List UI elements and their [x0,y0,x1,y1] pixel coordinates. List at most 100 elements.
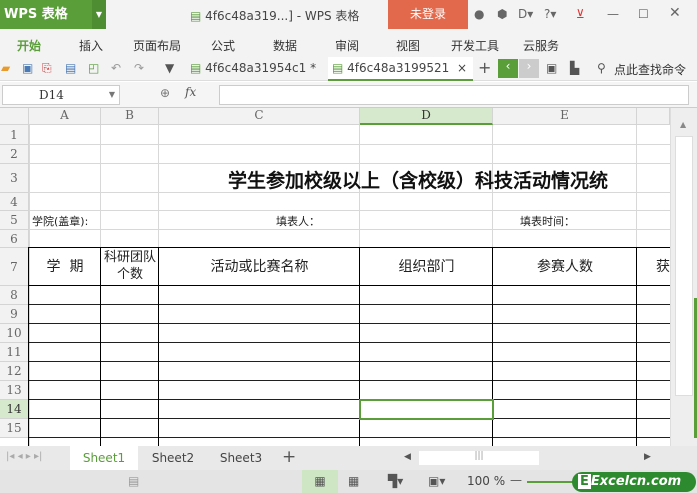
tab-formulas[interactable]: 公式 [211,37,235,54]
redo-icon[interactable]: ↷ [134,61,144,75]
settings-icon[interactable]: ⬢ [497,7,507,21]
screen-icon[interactable]: ▣ [546,61,557,75]
scroll-up-icon[interactable]: ▲ [680,120,686,129]
more-dropdown-icon[interactable]: ▼ [165,61,174,75]
freeze-panes-icon[interactable]: ▜▾ [388,474,403,488]
scroll-left-icon[interactable]: ◀ [404,452,411,462]
row-header-10[interactable]: 10 [0,324,29,343]
spreadsheet-grid[interactable]: A B C D E 1 2 3 4 5 6 7 8 9 10 11 12 13 14 15 学生参加校级以上… [0,108,670,446]
horizontal-scroll-thumb[interactable]: ||| [419,451,539,465]
help-icon[interactable]: ?▾ [544,7,556,21]
close-icon[interactable]: ✕ [669,5,681,21]
row-header-8[interactable]: 8 [0,286,29,305]
zoom-slider[interactable] [527,481,577,483]
row-header-5[interactable]: 5 [0,211,29,230]
tab-view[interactable]: 视图 [396,37,420,54]
tab-data[interactable]: 数据 [273,37,297,54]
tab-page-layout[interactable]: 页面布局 [133,37,181,54]
sheet-list-icon[interactable]: ▤ [128,474,139,488]
sheet-tab-2[interactable]: Sheet2 [142,446,204,470]
selected-cell-d14[interactable] [359,399,494,420]
app-logo: WPS 表格 [4,7,68,22]
table-border [29,418,670,419]
sheet-tab-1[interactable]: Sheet1 [70,446,138,470]
print-icon[interactable]: ▤ [65,61,76,75]
row-header-9[interactable]: 9 [0,305,29,324]
row-header-6[interactable]: 6 [0,230,29,248]
table-border [29,323,670,324]
tab-insert[interactable]: 插入 [79,37,103,54]
gridline [29,163,670,164]
open-icon[interactable]: ▰ [1,61,10,75]
page-break-view-icon[interactable]: ▦ [348,474,359,488]
row-header-13[interactable]: 13 [0,381,29,400]
row-header-7[interactable]: 7 [0,248,29,286]
pin-icon[interactable]: ▙ [570,61,579,75]
chevron-down-icon[interactable]: ▼ [109,86,115,104]
column-header-a[interactable]: A [29,108,101,125]
save-icon[interactable]: ▣ [22,61,33,75]
new-tab-icon[interactable]: + [478,58,491,77]
tab-cloud[interactable]: 云服务 [523,37,559,54]
sheet-nav-arrows-icon[interactable]: |◂ ◂ ▸ ▸| [6,451,42,462]
row-header-15[interactable]: 15 [0,419,29,438]
tab-review[interactable]: 审阅 [335,37,359,54]
row-header-11[interactable]: 11 [0,343,29,362]
column-header-d[interactable]: D [360,108,493,125]
column-header-f[interactable] [637,108,670,125]
ribbon-tabs: 开始 插入 页面布局 公式 数据 审阅 视图 开发工具 云服务 [0,29,697,57]
header-team-count: 科研团队个数 [103,250,156,282]
sheet-tab-3[interactable]: Sheet3 [210,446,272,470]
search-icon[interactable]: ⚲ [597,61,606,75]
document-icon: ▤ [190,61,206,75]
row-header-1[interactable]: 1 [0,125,29,145]
column-header-e[interactable]: E [493,108,637,125]
title-bar: WPS 表格 ▼ ▤ 4f6c48a319...] - WPS 表格 未登录 ● … [0,0,697,29]
eye-protection-icon[interactable]: ▣▾ [428,474,445,488]
undo-icon[interactable]: ↶ [111,61,121,75]
fx-icon[interactable]: fx [185,85,196,99]
print-preview-icon[interactable]: ◰ [88,61,99,75]
gridline [29,144,670,145]
header-activity-name: 活动或比赛名称 [210,259,309,275]
add-sheet-icon[interactable]: + [282,447,296,467]
scroll-thumb[interactable] [675,136,693,396]
formula-input[interactable] [219,85,689,105]
formula-bar: D14 ▼ ⊕ fx [0,82,697,108]
download-icon[interactable]: ⊻ [576,7,585,21]
command-search[interactable]: 点此查找命令 [614,61,686,78]
document-icon: ▤ [190,9,206,23]
zoom-level[interactable]: 100 % [467,474,505,488]
feedback-icon[interactable]: D▾ [518,7,533,21]
column-header-b[interactable]: B [101,108,159,125]
tab-developer[interactable]: 开发工具 [451,37,499,54]
next-tab-icon[interactable]: › [519,59,539,78]
row-header-14[interactable]: 14 [0,400,29,419]
prev-tab-icon[interactable]: ‹ [498,59,518,78]
table-border [29,399,670,400]
doc-tab-1[interactable]: ▤ 4f6c48a31954c1 * × [186,57,328,97]
normal-view-icon[interactable]: ▦ [302,470,338,493]
vertical-scrollbar[interactable]: ▲ [670,108,697,446]
row-header-3[interactable]: 3 [0,164,29,193]
scroll-right-icon[interactable]: ▶ [644,452,651,462]
row-header-2[interactable]: 2 [0,145,29,164]
zoom-out-icon[interactable]: — [510,473,522,487]
tab-home[interactable]: 开始 [17,37,41,54]
wps-menu-button[interactable]: WPS 表格 ▼ [0,0,106,29]
login-button[interactable]: 未登录 [388,0,468,29]
doc-tab-2[interactable]: ▤ 4f6c48a3199521 × [328,57,473,81]
skin-icon[interactable]: ● [474,7,484,21]
name-box[interactable]: D14 ▼ [2,85,120,105]
select-all-corner[interactable] [0,108,29,125]
close-tab-icon[interactable]: × [457,61,467,75]
row-header-12[interactable]: 12 [0,362,29,381]
row-header-4[interactable]: 4 [0,193,29,211]
column-header-c[interactable]: C [159,108,360,125]
zoom-formula-icon[interactable]: ⊕ [160,86,170,100]
chevron-down-icon[interactable]: ▼ [92,0,106,29]
export-pdf-icon[interactable]: ⎘ [42,61,52,76]
minimize-icon[interactable]: — [607,7,619,21]
table-border [29,361,670,362]
maximize-icon[interactable]: ☐ [638,7,649,21]
